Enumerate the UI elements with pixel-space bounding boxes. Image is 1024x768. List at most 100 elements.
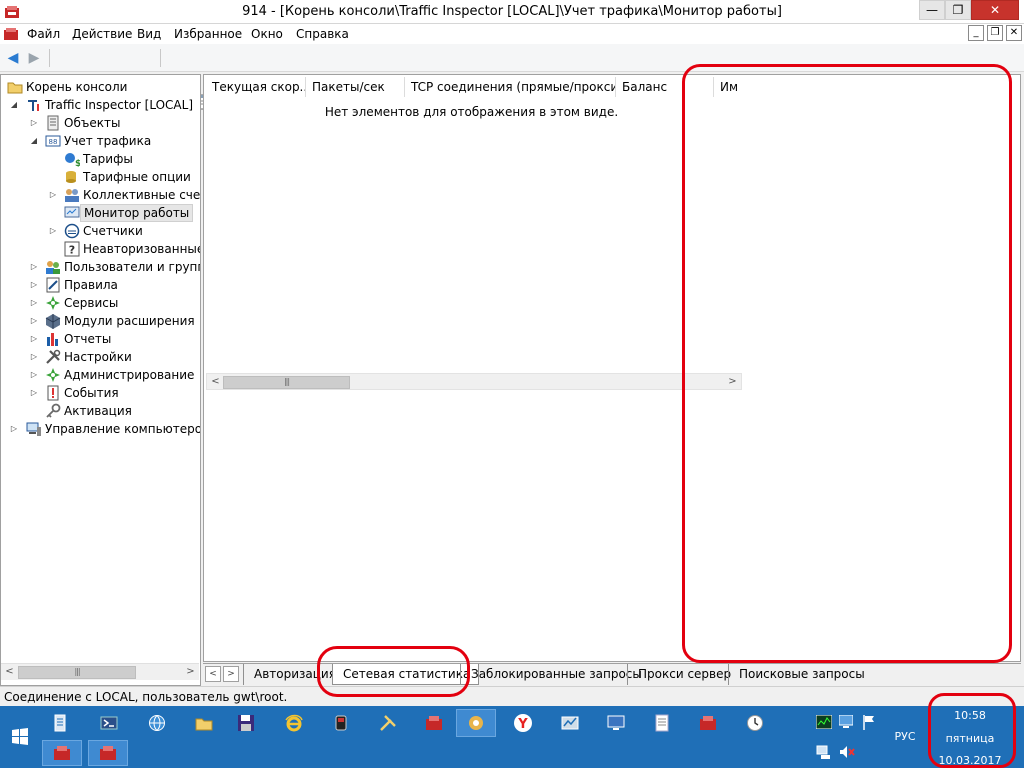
console-tree: Корень консоли ◢ Traffic Inspector [LOCA… [0, 74, 201, 686]
forward-arrow-icon[interactable]: ▶ [24, 48, 44, 68]
expand-arrow-icon[interactable]: ▷ [29, 384, 39, 402]
column-header-packets-per-sec[interactable]: Пакеты/сек [306, 77, 405, 97]
volume-muted-icon[interactable] [839, 744, 855, 760]
expand-arrow-icon[interactable]: ▷ [48, 222, 58, 240]
services-icon [46, 296, 60, 310]
menu-window[interactable]: Окно [251, 24, 283, 44]
menu-favorites[interactable]: Избранное [174, 24, 242, 44]
expand-arrow-icon[interactable]: ▷ [29, 276, 39, 294]
mdi-minimize-button[interactable]: _ [968, 25, 984, 41]
remote-desktop-icon[interactable] [600, 710, 632, 736]
back-arrow-icon[interactable]: ◀ [3, 48, 23, 68]
expand-arrow-icon[interactable]: ▷ [29, 312, 39, 330]
tab-scroll-right-icon[interactable]: > [223, 666, 239, 682]
annotation-ring-network-tab [317, 646, 470, 697]
mdi-close-button[interactable]: ✕ [1006, 25, 1022, 41]
list-horizontal-scrollbar[interactable]: < ||| > [206, 373, 742, 390]
tab-search-requests[interactable]: Поисковые запросы [728, 664, 873, 685]
mdi-restore-button[interactable]: ❐ [987, 25, 1003, 41]
expand-arrow-icon[interactable]: ▷ [48, 186, 58, 204]
tree-item-label: Монитор работы [80, 204, 194, 222]
tab-scroll-left-icon[interactable]: < [205, 666, 221, 682]
expand-arrow-icon[interactable]: ▷ [29, 294, 39, 312]
tree-item-label: Сервисы [64, 296, 119, 310]
expand-arrow-icon[interactable]: ▷ [29, 258, 39, 276]
mdi-document-icon[interactable] [3, 26, 19, 42]
notepad-icon[interactable] [646, 710, 678, 736]
rules-icon [46, 277, 60, 293]
tree-item-label: События [64, 386, 119, 400]
network-globe-icon[interactable] [141, 710, 173, 736]
expand-arrow-icon[interactable]: ▷ [29, 366, 39, 384]
tree-item-label: Настройки [64, 350, 132, 364]
tree-item-label: Неавторизованные IP [83, 242, 201, 256]
scroll-thumb[interactable]: ||| [223, 376, 350, 389]
scroll-left-icon[interactable]: < [1, 664, 18, 681]
clock-app-icon[interactable] [739, 710, 771, 736]
traffic-inspector-taskbar-icon[interactable] [418, 710, 450, 736]
minimize-button[interactable]: — [919, 0, 945, 20]
tree-item-label: Тарифы [83, 152, 133, 166]
settings-icon [46, 349, 61, 364]
tree-item-label: Учет трафика [64, 134, 152, 148]
menu-bar: Файл Действие Вид Избранное Окно Справка… [0, 24, 1024, 44]
objects-icon [47, 115, 59, 131]
collapse-arrow-icon[interactable]: ◢ [9, 96, 19, 114]
tools-icon[interactable] [372, 710, 404, 736]
tree-item-label: Активация [64, 404, 132, 418]
windows-start-icon[interactable] [11, 727, 29, 745]
close-button[interactable]: ✕ [971, 0, 1019, 20]
computer-management-icon [26, 422, 41, 436]
column-header-current-speed[interactable]: Текущая скор... [206, 77, 306, 97]
scroll-thumb[interactable]: ||| [18, 666, 136, 679]
file-explorer-icon[interactable] [188, 710, 220, 736]
action-center-flag-icon[interactable] [862, 714, 876, 730]
expand-arrow-icon[interactable]: ▷ [9, 420, 19, 438]
network-map-icon[interactable] [554, 710, 586, 736]
column-header-tcp-connections[interactable]: TCP соединения (прямые/прокси) [405, 77, 616, 97]
tree-item-label: Traffic Inspector [LOCAL] [45, 98, 193, 112]
scroll-right-icon[interactable]: > [182, 664, 199, 681]
counters-icon [64, 223, 80, 239]
group-accounts-icon [65, 189, 79, 202]
performance-monitor-icon[interactable] [816, 715, 832, 729]
network-status-icon[interactable] [816, 744, 832, 760]
users-groups-icon [46, 261, 60, 274]
annotation-ring-clock [928, 693, 1016, 768]
internet-explorer-icon[interactable] [278, 710, 310, 736]
svg-text:$: $ [75, 159, 80, 167]
tree-item-label: Администрирование [64, 368, 195, 382]
taskbar-window-traffic-inspector-1[interactable] [42, 740, 82, 766]
extensions-icon [45, 314, 61, 329]
traffic-inspector-app2-icon[interactable] [692, 710, 724, 736]
input-language-indicator[interactable]: РУС [885, 730, 925, 743]
show-desktop-icon[interactable] [839, 715, 853, 729]
expand-arrow-icon[interactable]: ▷ [29, 114, 39, 132]
expand-arrow-icon[interactable]: ▷ [29, 330, 39, 348]
powershell-icon[interactable] [93, 710, 125, 736]
monitor-icon [64, 206, 80, 218]
svg-text:88: 88 [49, 138, 58, 146]
menu-view[interactable]: Вид [137, 24, 161, 44]
usb-device-icon[interactable] [325, 710, 357, 736]
save-disk-icon[interactable] [230, 710, 262, 736]
collapse-arrow-icon[interactable]: ◢ [29, 132, 39, 150]
tab-blocked-requests[interactable]: Заблокированные запросы [460, 664, 650, 685]
restore-button[interactable]: ❐ [945, 0, 971, 20]
active-app-taskbar-button[interactable] [456, 709, 496, 737]
menu-help[interactable]: Справка [296, 24, 349, 44]
window-title: 914 - [Корень консоли\Traffic Inspector … [242, 4, 782, 19]
expand-arrow-icon[interactable]: ▷ [29, 348, 39, 366]
status-bar: Соединение с LOCAL, пользователь gwt\roo… [0, 686, 1024, 706]
menu-action[interactable]: Действие [72, 24, 132, 44]
menu-file[interactable]: Файл [27, 24, 60, 44]
tree-item-label: Тарифные опции [83, 170, 191, 184]
scroll-left-icon[interactable]: < [207, 374, 224, 391]
reports-icon [47, 333, 58, 346]
tree-horizontal-scrollbar[interactable]: < ||| > [1, 663, 199, 680]
taskbar-window-traffic-inspector-2[interactable] [88, 740, 128, 766]
server-manager-icon[interactable] [44, 710, 76, 736]
toolbar-separator [160, 49, 161, 67]
tab-proxy-server[interactable]: Прокси сервер [627, 664, 739, 685]
yandex-browser-icon[interactable]: Y [507, 710, 539, 736]
